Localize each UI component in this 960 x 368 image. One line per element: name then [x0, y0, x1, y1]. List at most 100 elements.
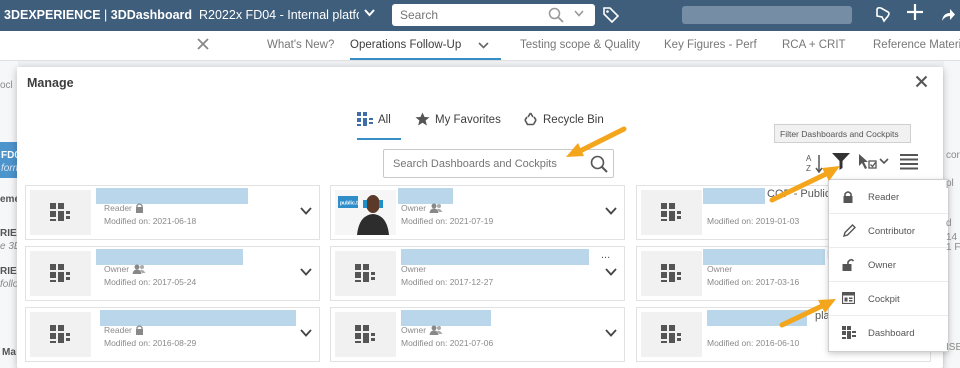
dashboard-card[interactable]: Owner Modified on: 2021-07-06 — [330, 307, 625, 362]
card-role: Reader — [104, 203, 144, 213]
dashboard-card[interactable]: Reader Modified on: 2016-08-29 — [25, 307, 320, 362]
top-bar: 3DEXPERIENCE | 3DDashboard R2022x FD04 -… — [0, 0, 960, 31]
modified-prefix: Modified on: — [707, 338, 754, 348]
dashboard-card[interactable]: Owner Modified on: 2017-05-24 — [25, 246, 320, 301]
chevron-down-icon[interactable] — [478, 42, 489, 49]
share-icon[interactable] — [940, 7, 956, 28]
add-icon[interactable] — [906, 3, 924, 25]
tab-testing-scope[interactable]: Testing scope & Quality — [520, 39, 640, 51]
tab-whats-new[interactable]: What's New? — [267, 39, 334, 51]
chevron-down-icon[interactable] — [574, 8, 584, 20]
role-label: Owner — [104, 264, 130, 274]
modified-date: 2016-06-10 — [755, 338, 800, 348]
filter-option-dashboard[interactable]: Dashboard — [829, 316, 948, 350]
app-label: 3DDashboard — [110, 8, 193, 22]
chevron-down-icon[interactable] — [605, 263, 617, 281]
modified-prefix: Modified on: — [707, 277, 754, 287]
card-role: Reader — [104, 325, 144, 335]
card-modified: Modified on: 2017-03-16 — [707, 277, 799, 287]
modified-date: 2016-08-29 — [152, 338, 197, 348]
bg-fragment: ISE — [946, 342, 960, 353]
unlock-icon — [842, 258, 854, 271]
role-label: Owner — [401, 325, 427, 335]
chevron-down-icon[interactable] — [300, 324, 312, 342]
title-separator: | — [100, 8, 111, 22]
modified-prefix: Modified on: — [104, 216, 151, 226]
dashboard-name-tail: ... — [601, 249, 611, 261]
dashboard-name-redacted — [703, 188, 765, 204]
communication-icon[interactable] — [874, 6, 892, 29]
dashboard-icon — [355, 264, 375, 282]
filter-menu: Reader Contributor Owner Cockpit Dashboa… — [828, 179, 949, 352]
dashboard-thumbnail — [30, 312, 91, 357]
tab-rca-crit[interactable]: RCA + CRIT — [782, 39, 846, 51]
bg-fragment: cor — [946, 150, 960, 161]
dashboard-card[interactable]: public.tp Owner Modified on: 2021-07-19 — [330, 185, 625, 240]
star-icon — [415, 112, 430, 126]
app-title[interactable]: 3DEXPERIENCE | 3DDashboard R2022x FD04 -… — [4, 8, 359, 22]
dashboard-name-redacted — [96, 249, 243, 265]
filter-option-label: Owner — [868, 260, 896, 271]
chevron-down-icon[interactable] — [300, 263, 312, 281]
tag-icon[interactable] — [602, 6, 620, 29]
dashboard-name-redacted — [401, 310, 491, 326]
chevron-down-icon[interactable] — [300, 202, 312, 220]
card-role: Owner — [104, 264, 146, 274]
filter-option-cockpit[interactable]: Cockpit — [829, 282, 948, 316]
global-search-input[interactable] — [392, 4, 532, 26]
card-role: Owner — [707, 264, 732, 274]
close-icon[interactable] — [915, 73, 928, 92]
search-icon[interactable] — [548, 7, 564, 28]
recycle-icon — [524, 112, 537, 126]
chevron-down-icon[interactable] — [605, 324, 617, 342]
dashboard-icon — [50, 325, 70, 343]
users-icon — [132, 264, 146, 274]
filter-option-reader[interactable]: Reader — [829, 180, 948, 214]
dashboard-search-input[interactable] — [384, 150, 580, 177]
dashboard-card[interactable]: Reader Modified on: 2021-06-18 — [25, 185, 320, 240]
modified-prefix: Modified on: — [401, 338, 448, 348]
tab-operations-follow-up[interactable]: Operations Follow-Up — [350, 39, 501, 60]
dialog-title: Manage — [27, 76, 74, 90]
chevron-down-icon[interactable] — [364, 8, 375, 20]
cockpit-icon — [842, 292, 855, 304]
filter-option-label: Contributor — [868, 226, 915, 237]
dashboard-icon — [842, 326, 856, 339]
select-mode-icon[interactable] — [857, 153, 891, 176]
dashboard-icon — [357, 112, 373, 126]
tab-my-favorites[interactable]: My Favorites — [415, 112, 501, 140]
context-label: R2022x FD04 - Internal platfor... — [199, 8, 359, 22]
close-icon[interactable] — [196, 35, 210, 56]
list-view-icon[interactable] — [900, 154, 918, 175]
chevron-down-icon[interactable] — [605, 202, 617, 220]
filter-option-owner[interactable]: Owner — [829, 248, 948, 282]
bg-fragment: d — [946, 218, 952, 229]
tab-all[interactable]: All — [357, 112, 401, 140]
filter-tooltip: Filter Dashboards and Cockpits — [774, 124, 911, 143]
card-modified: Modified on: 2019-01-03 — [707, 216, 799, 226]
dashboard-icon — [50, 264, 70, 282]
bg-fragment: ocl — [0, 80, 13, 91]
tab-reference-materials[interactable]: Reference Materia — [873, 39, 960, 51]
card-modified: Modified on: 2017-05-24 — [104, 277, 196, 287]
dashboard-avatar: public.tp — [335, 190, 396, 235]
filter-option-contributor[interactable]: Contributor — [829, 214, 948, 248]
tab-key-figures[interactable]: Key Figures - Perf — [664, 39, 757, 51]
card-modified: Modified on: 2021-06-18 — [104, 216, 196, 226]
dashboard-name-redacted — [401, 249, 589, 265]
card-role: Owner — [401, 325, 443, 335]
tab-label: My Favorites — [435, 114, 501, 126]
bg-fragment: follo — [0, 279, 19, 290]
annotation-arrow — [779, 299, 836, 328]
modified-date: 2017-05-24 — [152, 277, 197, 287]
card-modified: Modified on: 2016-06-10 — [707, 338, 799, 348]
dashboard-thumbnail — [641, 251, 702, 296]
background-left-panel — [0, 61, 18, 368]
dashboard-name-redacted — [398, 188, 453, 204]
lock-icon — [135, 325, 143, 335]
dashboard-card[interactable]: ... Owner Modified on: 2017-12-27 — [330, 246, 625, 301]
modified-prefix: Modified on: — [401, 277, 448, 287]
dashboard-icon — [661, 203, 681, 221]
modified-prefix: Modified on: — [401, 216, 448, 226]
modified-date: 2017-03-16 — [755, 277, 800, 287]
